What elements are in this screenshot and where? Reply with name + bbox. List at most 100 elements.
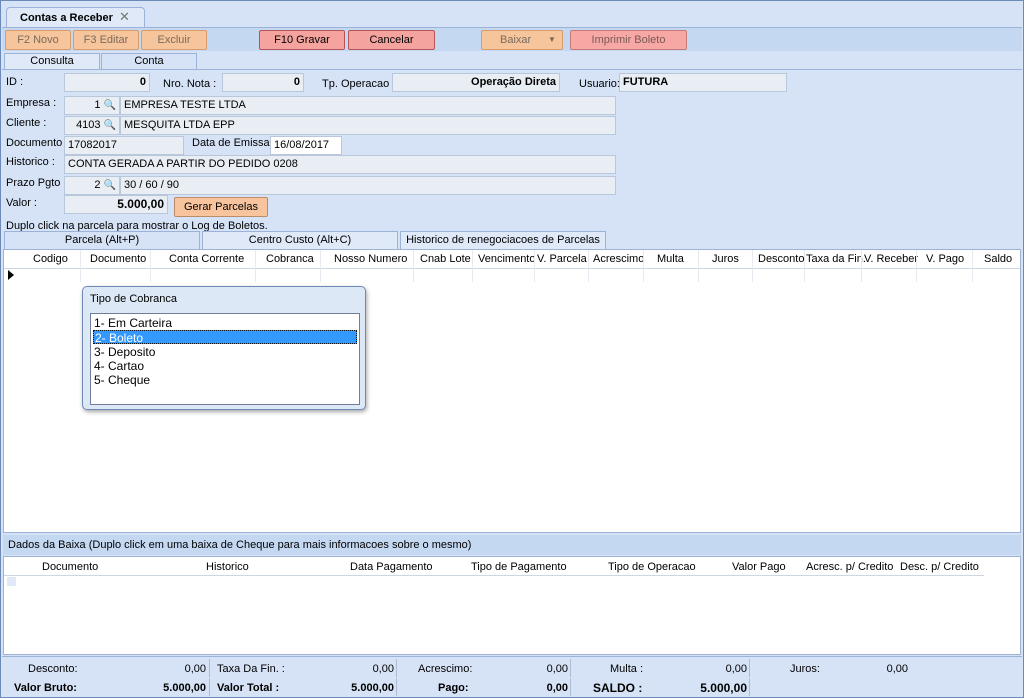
nro-nota-label: Nro. Nota :	[163, 78, 217, 90]
saldo-box: SALDO : 5.000,00	[570, 678, 750, 696]
magnifier-icon[interactable]: 🔍	[104, 120, 116, 131]
pago-value: 0,00	[546, 682, 568, 694]
valor-total-value: 5.000,00	[351, 682, 394, 694]
gerar-parcelas-button[interactable]: Gerar Parcelas	[174, 197, 268, 217]
column-header[interactable]: Tipo de Pagamento	[471, 561, 567, 573]
column-header[interactable]: Juros	[712, 253, 739, 265]
column-header[interactable]: V. Pago	[926, 253, 964, 265]
acrescimo-value: 0,00	[546, 663, 568, 675]
column-header[interactable]: Documento	[42, 561, 98, 573]
grid-line	[643, 250, 644, 282]
valor-total-box: Valor Total : 5.000,00	[209, 678, 397, 696]
historico-field[interactable]: CONTA GERADA A PARTIR DO PEDIDO 0208	[64, 155, 616, 174]
tab-historico-renegociacoes[interactable]: Historico de renegociacoes de Parcelas	[400, 231, 606, 249]
juros-label: Juros:	[790, 663, 820, 675]
editar-button[interactable]: F3 Editar	[73, 30, 139, 50]
tipo-cobranca-list[interactable]: 1- Em Carteira 2- Boleto 3- Deposito 4- …	[90, 313, 360, 405]
column-header[interactable]: Saldo	[984, 253, 1012, 265]
option-deposito[interactable]: 3- Deposito	[93, 345, 357, 359]
column-header[interactable]: Vencimento	[478, 253, 535, 265]
grid-line	[320, 250, 321, 282]
column-header[interactable]: Acrescimo	[593, 253, 644, 265]
column-header[interactable]: V. Parcela	[537, 253, 587, 265]
desconto-value: 0,00	[184, 663, 206, 675]
prazo-code-field[interactable]: 2 🔍	[64, 176, 120, 195]
grid-line	[472, 250, 473, 282]
option-cartao[interactable]: 4- Cartao	[93, 359, 357, 373]
imprimir-boleto-button[interactable]: Imprimir Boleto	[570, 30, 687, 50]
data-emissao-label: Data de Emissao	[192, 137, 276, 149]
usuario-field[interactable]: FUTURA	[619, 73, 787, 92]
grid-line	[413, 250, 414, 282]
option-cheque[interactable]: 5- Cheque	[93, 373, 357, 387]
tp-operacao-field[interactable]: Operação Direta	[392, 73, 560, 92]
column-header[interactable]: Taxa da Fin.	[806, 253, 866, 265]
baixa-header: Dados da Baixa (Duplo click em uma baixa…	[3, 535, 1021, 555]
empresa-code-field[interactable]: 1 🔍	[64, 96, 120, 115]
column-header[interactable]: Valor Pago	[732, 561, 786, 573]
valor-field[interactable]: 5.000,00	[64, 195, 168, 214]
document-tab[interactable]: Contas a Receber ✕	[6, 7, 145, 28]
historico-label: Historico :	[6, 156, 55, 168]
totals-footer: Desconto: 0,00 Taxa Da Fin. : 0,00 Acres…	[2, 656, 1022, 696]
multa-value: 0,00	[725, 663, 747, 675]
cliente-label: Cliente :	[6, 117, 47, 129]
column-header[interactable]: Conta Corrente	[169, 253, 244, 265]
column-header[interactable]: V. Receber	[864, 253, 918, 265]
magnifier-icon[interactable]: 🔍	[104, 100, 116, 111]
baixa-grid[interactable]: Documento Historico Data Pagamento Tipo …	[3, 556, 1021, 655]
baixa-header-text: Dados da Baixa (Duplo click em uma baixa…	[8, 539, 472, 551]
cliente-name-field: MESQUITA LTDA EPP	[120, 116, 616, 135]
nro-nota-field[interactable]: 0	[222, 73, 304, 92]
column-header[interactable]: Desc. p/ Credito	[900, 561, 979, 573]
gravar-button[interactable]: F10 Gravar	[259, 30, 345, 50]
tab-consulta[interactable]: Consulta	[4, 53, 100, 70]
grid-line	[698, 250, 699, 282]
column-header[interactable]: Tipo de Operacao	[608, 561, 696, 573]
saldo-label: SALDO :	[593, 681, 643, 695]
empresa-name-field: EMPRESA TESTE LTDA	[120, 96, 616, 115]
multa-label: Multa :	[610, 663, 644, 675]
documento-label: Documento :	[6, 137, 69, 149]
multa-box: Multa : 0,00	[570, 659, 750, 677]
documento-field[interactable]: 17082017	[64, 136, 184, 155]
close-icon[interactable]: ✕	[119, 9, 130, 25]
excluir-button[interactable]: Excluir	[141, 30, 207, 50]
toolbar: F2 Novo F3 Editar Excluir F10 Gravar Can…	[2, 27, 1022, 51]
cliente-code-field[interactable]: 4103 🔍	[64, 116, 120, 135]
column-header[interactable]: Nosso Numero	[334, 253, 407, 265]
option-em-carteira[interactable]: 1- Em Carteira	[93, 316, 357, 330]
column-header[interactable]: Cobranca	[266, 253, 314, 265]
row-selector[interactable]	[7, 577, 16, 586]
grid-line	[804, 250, 805, 282]
cliente-code: 4103	[76, 119, 101, 131]
tab-conta[interactable]: Conta	[101, 53, 197, 70]
desconto-label: Desconto:	[28, 663, 78, 675]
grid-line	[534, 250, 535, 282]
tab-parcela[interactable]: Parcela (Alt+P)	[4, 231, 200, 249]
id-field[interactable]: 0	[64, 73, 150, 92]
pago-label: Pago:	[438, 682, 469, 694]
column-header[interactable]: Cnab Lote	[420, 253, 471, 265]
column-header[interactable]: Desconto	[758, 253, 804, 265]
column-header[interactable]: Historico	[206, 561, 249, 573]
column-header[interactable]: Acresc. p/ Credito	[806, 561, 893, 573]
chevron-down-icon: ▼	[548, 35, 556, 44]
column-header[interactable]: Documento	[90, 253, 146, 265]
column-header[interactable]: Multa	[657, 253, 684, 265]
grid-line	[861, 250, 862, 282]
tp-operacao-label: Tp. Operacao :	[322, 78, 396, 90]
option-boleto[interactable]: 2- Boleto	[93, 330, 357, 345]
baixar-button[interactable]: Baixar ▼	[481, 30, 563, 50]
grid-line	[255, 250, 256, 282]
popup-title: Tipo de Cobranca	[90, 293, 178, 305]
column-header[interactable]: Codigo	[33, 253, 68, 265]
column-header[interactable]: Data Pagamento	[350, 561, 433, 573]
magnifier-icon[interactable]: 🔍	[104, 180, 116, 191]
data-emissao-field[interactable]: 16/08/2017	[270, 136, 342, 155]
cancelar-button[interactable]: Cancelar	[348, 30, 435, 50]
valor-bruto-label: Valor Bruto:	[14, 682, 77, 694]
tab-centro-custo[interactable]: Centro Custo (Alt+C)	[202, 231, 398, 249]
novo-button[interactable]: F2 Novo	[5, 30, 71, 50]
empresa-code: 1	[94, 99, 101, 111]
